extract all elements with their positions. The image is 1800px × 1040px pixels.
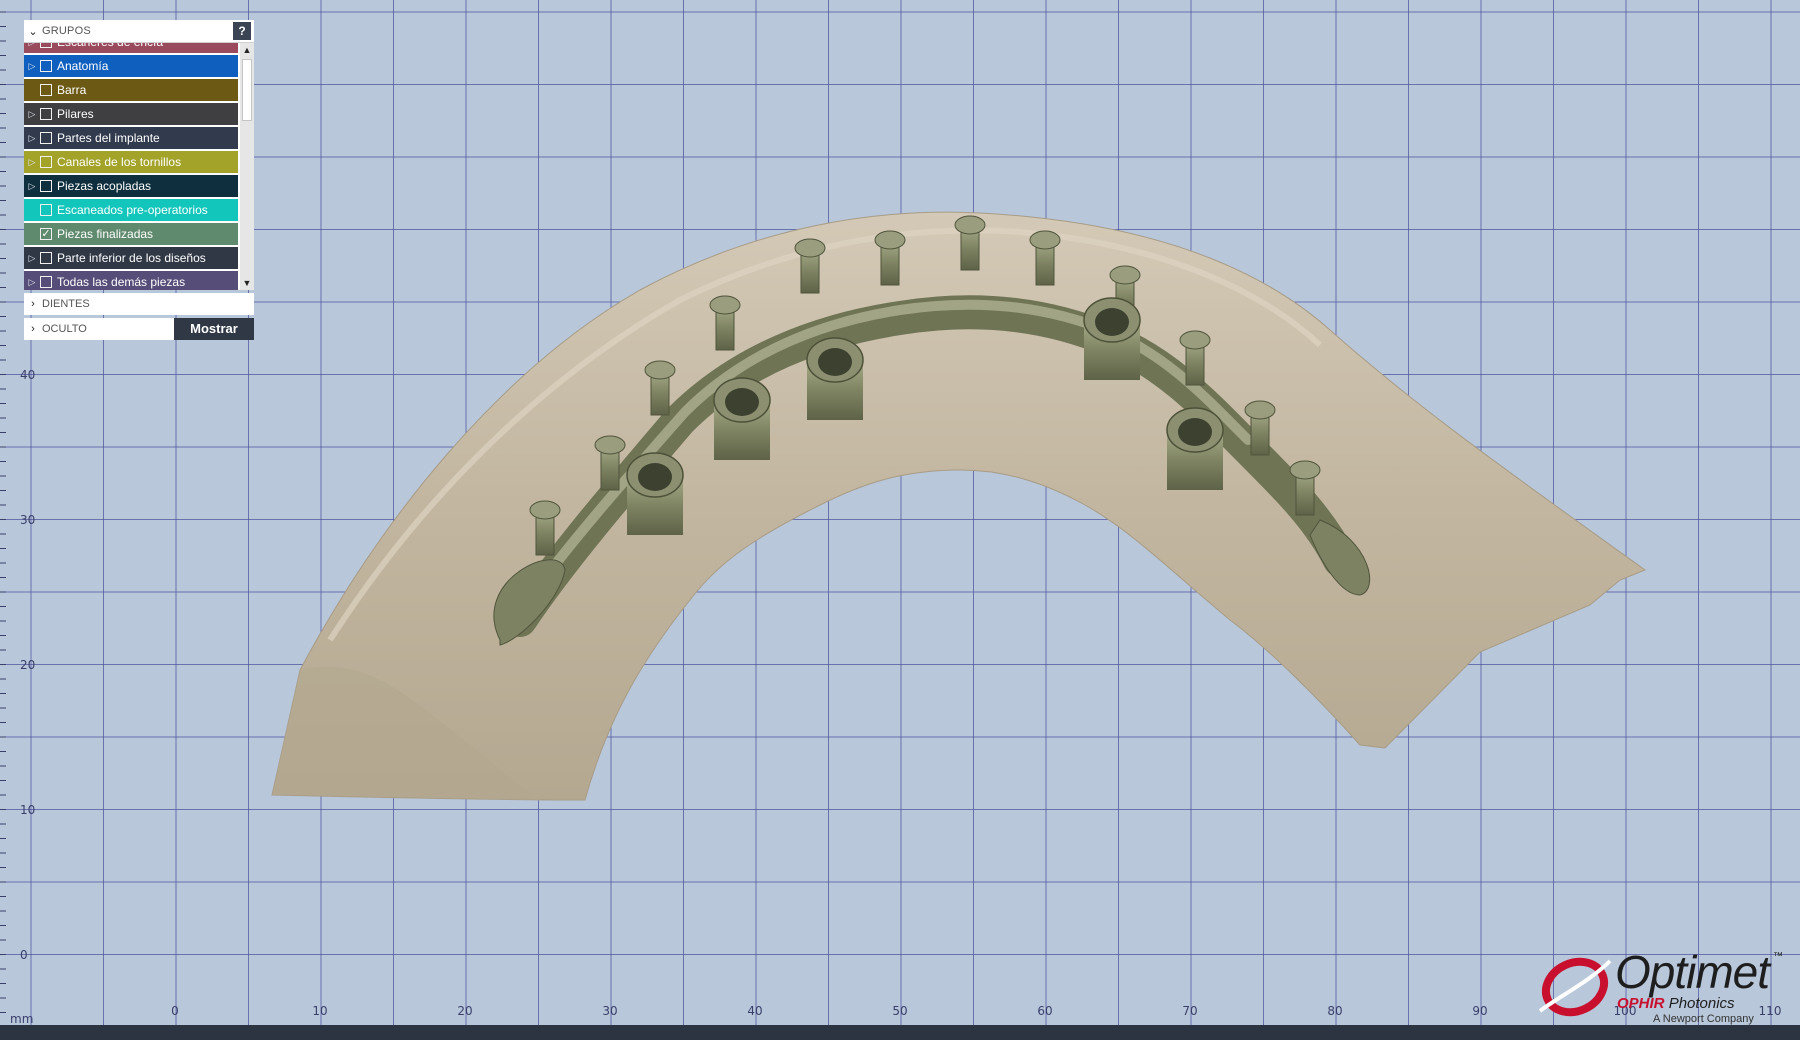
group-label: Todas las demás piezas — [57, 275, 186, 289]
x-tick-label: 50 — [892, 1004, 907, 1018]
implant-cylinder — [806, 337, 864, 420]
expand-triangle-icon[interactable]: ▷ — [24, 43, 40, 48]
group-checkbox[interactable] — [40, 156, 52, 168]
x-tick-label: 30 — [602, 1004, 617, 1018]
y-tick-label: 40 — [20, 368, 35, 382]
y-tick-label: 20 — [20, 658, 35, 672]
x-tick-label: 90 — [1472, 1004, 1487, 1018]
x-tick-label: 60 — [1037, 1004, 1052, 1018]
group-label: Anatomía — [57, 59, 109, 73]
scroll-up-icon[interactable]: ▲ — [240, 43, 254, 57]
axis-unit-label: mm — [10, 1012, 33, 1025]
implant-cylinder — [1166, 407, 1224, 490]
expand-triangle-icon[interactable]: ▷ — [24, 109, 40, 120]
y-tick-label: 0 — [20, 948, 28, 962]
implant-cylinder — [626, 452, 684, 535]
groups-list: ▷ Escáneres de encía ▷ Anatomía Barra ▷ Pilare… — [24, 43, 254, 290]
group-checkbox[interactable] — [40, 276, 52, 288]
group-row[interactable]: ▷ Piezas acopladas — [24, 175, 238, 197]
group-checkbox[interactable]: ✓ — [40, 228, 52, 240]
group-row[interactable]: ▷ Canales de los tornillos — [24, 151, 238, 173]
group-checkbox[interactable] — [40, 84, 52, 96]
scroll-thumb[interactable] — [242, 59, 252, 121]
group-row[interactable]: ▷ Todas las demás piezas — [24, 271, 238, 290]
hidden-section[interactable]: › OCULTO Mostrar — [24, 318, 254, 340]
teeth-title: DIENTES — [42, 298, 90, 310]
group-label: Piezas acopladas — [57, 179, 152, 193]
group-label: Barra — [57, 83, 87, 97]
group-row[interactable]: ▷ Partes del implante — [24, 127, 238, 149]
group-label: Parte inferior de los diseños — [57, 251, 206, 265]
chevron-right-icon: › — [31, 323, 35, 335]
group-row[interactable]: ▷ Pilares — [24, 103, 238, 125]
3d-viewport[interactable]: 0 10 20 30 40 50 60 70 80 90 100 110 40 30 20 10 0 mm — [0, 0, 1800, 1025]
show-button[interactable]: Mostrar — [174, 318, 254, 340]
group-label: Partes del implante — [57, 131, 160, 145]
groups-panel: ⌄ GRUPOS ? ▷ Escáneres de encía ▷ Anatomía B… — [24, 20, 254, 340]
scroll-down-icon[interactable]: ▼ — [240, 276, 254, 290]
logo-sub-red: OPHIR — [1617, 995, 1665, 1012]
group-row[interactable]: Escaneados pre-operatorios — [24, 199, 238, 221]
group-row[interactable]: ✓ Piezas finalizadas — [24, 223, 238, 245]
group-label: Escaneados pre-operatorios — [57, 203, 208, 217]
x-tick-label: 10 — [312, 1004, 327, 1018]
teeth-section[interactable]: › DIENTES — [24, 293, 254, 315]
group-checkbox[interactable] — [40, 204, 52, 216]
expand-triangle-icon[interactable]: ▷ — [24, 133, 40, 144]
group-row[interactable]: Barra — [24, 79, 238, 101]
group-checkbox[interactable] — [40, 43, 52, 48]
optimet-logo: Optimet ™ OPHIR Photonics A Newport Comp… — [1535, 945, 1790, 1025]
expand-triangle-icon[interactable]: ▷ — [24, 157, 40, 168]
group-label: Pilares — [57, 107, 94, 121]
y-tick-label: 30 — [20, 513, 35, 527]
expand-triangle-icon[interactable]: ▷ — [24, 277, 40, 288]
logo-swoosh-icon — [1538, 957, 1612, 1017]
x-tick-label: 0 — [171, 1004, 179, 1018]
group-row[interactable]: ▷ Escáneres de encía — [24, 43, 238, 53]
group-checkbox[interactable] — [40, 60, 52, 72]
expand-triangle-icon[interactable]: ▷ — [24, 181, 40, 192]
groups-header[interactable]: ⌄ GRUPOS ? — [24, 20, 254, 43]
chevron-right-icon: › — [31, 298, 35, 310]
x-tick-label: 80 — [1327, 1004, 1342, 1018]
group-row[interactable]: ▷ Parte inferior de los diseños — [24, 247, 238, 269]
groups-title: GRUPOS — [42, 25, 91, 37]
logo-sub-rest: Photonics — [1668, 995, 1735, 1012]
x-tick-label: 40 — [747, 1004, 762, 1018]
group-label: Canales de los tornillos — [57, 155, 182, 169]
hidden-title: OCULTO — [42, 323, 87, 335]
logo-brand: Optimet — [1615, 946, 1770, 998]
scene-canvas[interactable]: 0 10 20 30 40 50 60 70 80 90 100 110403020100mm — [0, 0, 1800, 1025]
help-button[interactable]: ? — [233, 22, 251, 40]
group-row[interactable]: ▷ Anatomía — [24, 55, 238, 77]
groups-scrollbar[interactable]: ▲ ▼ — [240, 43, 254, 290]
bottom-status-bar — [0, 1025, 1800, 1040]
x-tick-label: 20 — [457, 1004, 472, 1018]
chevron-down-icon: ⌄ — [28, 25, 38, 38]
implant-cylinder — [1083, 297, 1141, 380]
group-checkbox[interactable] — [40, 180, 52, 192]
expand-triangle-icon[interactable]: ▷ — [24, 253, 40, 264]
y-tick-label: 10 — [20, 803, 35, 817]
group-checkbox[interactable] — [40, 132, 52, 144]
implant-cylinder — [713, 377, 771, 460]
group-label: Escáneres de encía — [57, 43, 163, 49]
logo-subtitle: OPHIR Photonics — [1617, 995, 1735, 1012]
expand-triangle-icon[interactable]: ▷ — [24, 61, 40, 72]
logo-sub2: A Newport Company — [1653, 1013, 1754, 1025]
group-label: Piezas finalizadas — [57, 227, 154, 241]
x-tick-label: 70 — [1182, 1004, 1197, 1018]
group-checkbox[interactable] — [40, 108, 52, 120]
group-checkbox[interactable] — [40, 252, 52, 264]
logo-trademark: ™ — [1773, 951, 1783, 962]
